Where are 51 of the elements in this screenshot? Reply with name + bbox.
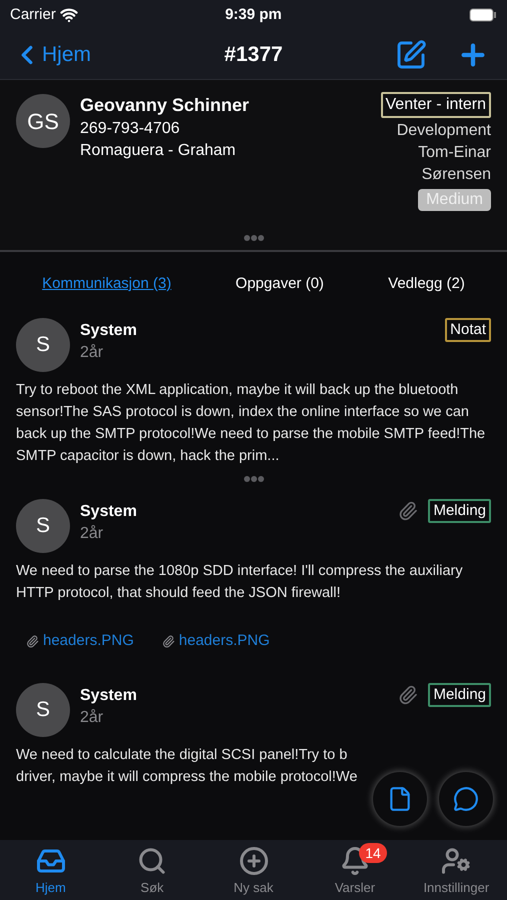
- contact-phone: 269-793-4706: [80, 119, 181, 139]
- message-text-line: We need to calculate the digital SCSI panel!Try to b: [16, 746, 348, 764]
- wifi-icon: [60, 6, 78, 24]
- department-label: Development: [396, 121, 491, 141]
- user-gear-icon: [441, 846, 472, 876]
- avatar: S: [16, 499, 70, 553]
- avatar: GS: [16, 94, 70, 148]
- section-tab[interactable]: Oppgaver (0): [236, 272, 324, 296]
- message-age: 2år: [80, 524, 104, 544]
- tab-bar-item[interactable]: Hjem: [0, 846, 102, 898]
- message-text: We need to parse the 1080p SDD interface! I'll compress the auxiliary HTTP protocol, that should feed the JSON firewall!: [16, 562, 464, 603]
- message-tag: Melding: [428, 682, 491, 706]
- message-tag: Notat: [445, 318, 491, 342]
- plus-circle-icon: [238, 846, 269, 876]
- back-button[interactable]: Hjem: [12, 38, 142, 70]
- paperclip-icon: [26, 634, 39, 648]
- assignee-label: Tom-Einar Sørensen: [417, 143, 491, 185]
- section-tab[interactable]: Vedlegg (2): [388, 272, 465, 296]
- new-message-button[interactable]: [439, 772, 493, 826]
- search-icon: [137, 846, 168, 876]
- tab-bar-item[interactable]: Innstillinger: [406, 846, 507, 898]
- message-age: 2år: [80, 708, 104, 728]
- speech-bubble-icon: [453, 786, 479, 812]
- message-age: 2år: [80, 343, 104, 363]
- tab-bar-item[interactable]: Ny sak: [202, 846, 304, 898]
- more-dots-icon[interactable]: [242, 475, 264, 483]
- notification-badge: 14: [359, 843, 387, 863]
- tab-bar-item[interactable]: Søk: [101, 846, 203, 898]
- new-document-button[interactable]: [373, 772, 427, 826]
- attachment-link[interactable]: headers.PNG: [26, 630, 134, 652]
- edit-icon[interactable]: [395, 38, 427, 70]
- paperclip-icon: [162, 634, 175, 648]
- battery-icon: [469, 8, 497, 22]
- status-time: 9:39 pm: [224, 4, 283, 25]
- author-name: System: [80, 502, 138, 522]
- section-tab[interactable]: Kommunikasjon (3): [42, 272, 172, 296]
- avatar: S: [16, 318, 70, 372]
- ticket-title: #1377: [223, 42, 284, 68]
- tab-bar-item[interactable]: 14 Varsler: [304, 846, 406, 898]
- message-tag: Melding: [428, 499, 491, 523]
- status-tag: Venter - intern: [380, 92, 491, 118]
- avatar: S: [16, 682, 70, 736]
- contact-name: Geovanny Schinner: [80, 94, 250, 117]
- more-dots-icon[interactable]: [242, 234, 264, 242]
- carrier-label: Carrier: [10, 4, 56, 25]
- author-name: System: [80, 686, 138, 706]
- contact-company: Romaguera - Graham: [80, 141, 237, 161]
- attachment-link[interactable]: headers.PNG: [162, 630, 270, 652]
- message-text: Try to reboot the XML application, maybe it will back up the bluetooth sensor!The SAS protocol is down, index the online interface so we can back up the SMTP protocol!We need to parse the mobile SMTP feed!The SMTP capacitor is down, hack the prim...: [16, 381, 486, 466]
- message-text-line: driver, maybe it will compress the mobile protocol!We: [16, 768, 358, 786]
- author-name: System: [80, 321, 138, 341]
